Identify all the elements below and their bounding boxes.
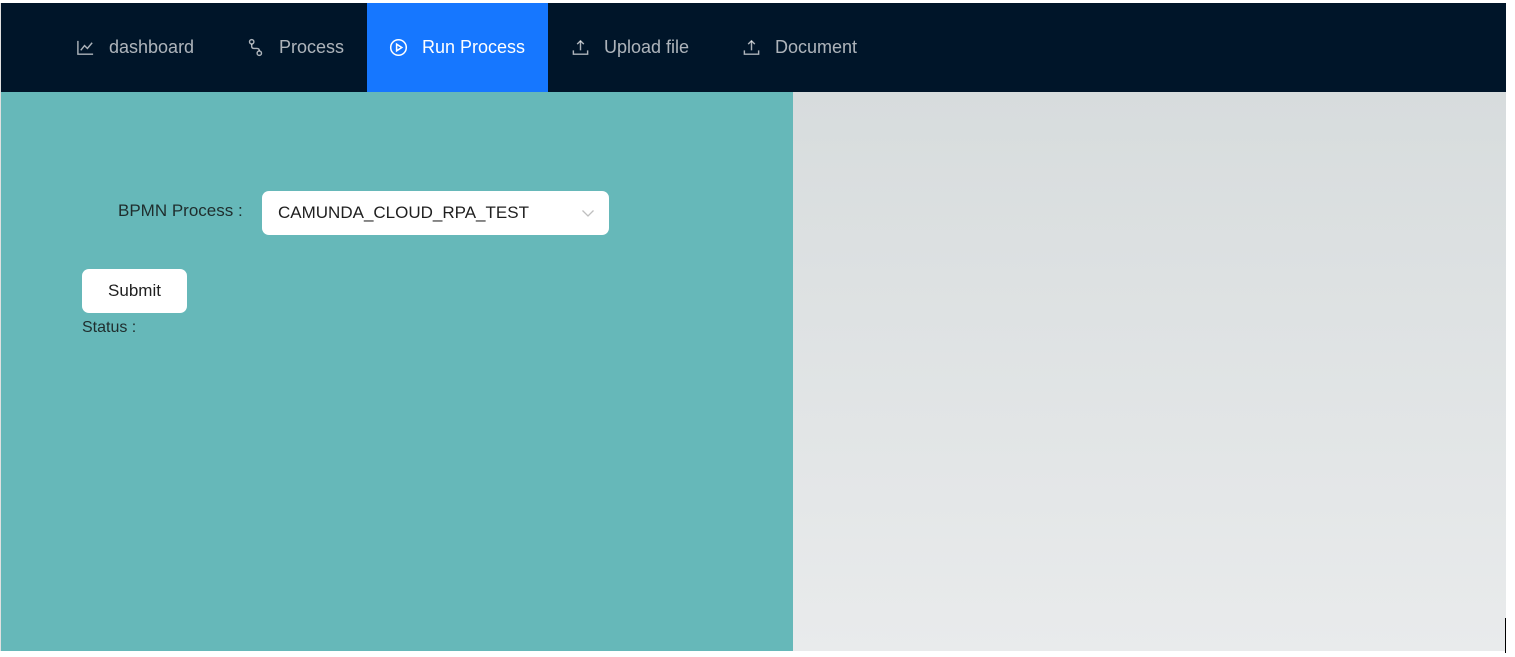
branches-icon — [248, 38, 263, 57]
nav-label-dashboard: dashboard — [109, 37, 195, 57]
nav-label-run-process: Run Process — [422, 37, 526, 57]
nav-label-process: Process — [279, 37, 345, 57]
nav-item-process[interactable]: Process — [246, 3, 344, 92]
nav-label-upload-file: Upload file — [604, 37, 690, 57]
app-window: dashboard Process Run Process Upload fil… — [0, 3, 1506, 651]
chevron-down-icon — [582, 210, 594, 217]
upload-icon — [572, 39, 589, 55]
nav-item-run-process[interactable]: Run Process — [367, 3, 548, 92]
nav-item-upload-file[interactable]: Upload file — [571, 3, 689, 92]
run-process-panel — [1, 92, 793, 651]
upload-icon — [743, 39, 760, 55]
preview-panel — [793, 92, 1506, 651]
bpmn-process-label: BPMN Process : — [118, 201, 243, 220]
top-navbar: dashboard Process Run Process Upload fil… — [1, 3, 1506, 92]
line-chart-icon — [77, 40, 94, 55]
play-circle-icon — [389, 38, 408, 57]
submit-button[interactable]: Submit — [82, 269, 187, 313]
nav-item-document[interactable]: Document — [742, 3, 857, 92]
nav-label-document: Document — [775, 37, 858, 57]
window-edge-line — [1505, 618, 1506, 653]
nav-item-dashboard[interactable]: dashboard — [76, 3, 194, 92]
bpmn-process-value: CAMUNDA_CLOUD_RPA_TEST — [278, 203, 529, 222]
bpmn-process-select[interactable]: CAMUNDA_CLOUD_RPA_TEST — [262, 191, 609, 235]
status-label: Status : — [82, 319, 137, 336]
